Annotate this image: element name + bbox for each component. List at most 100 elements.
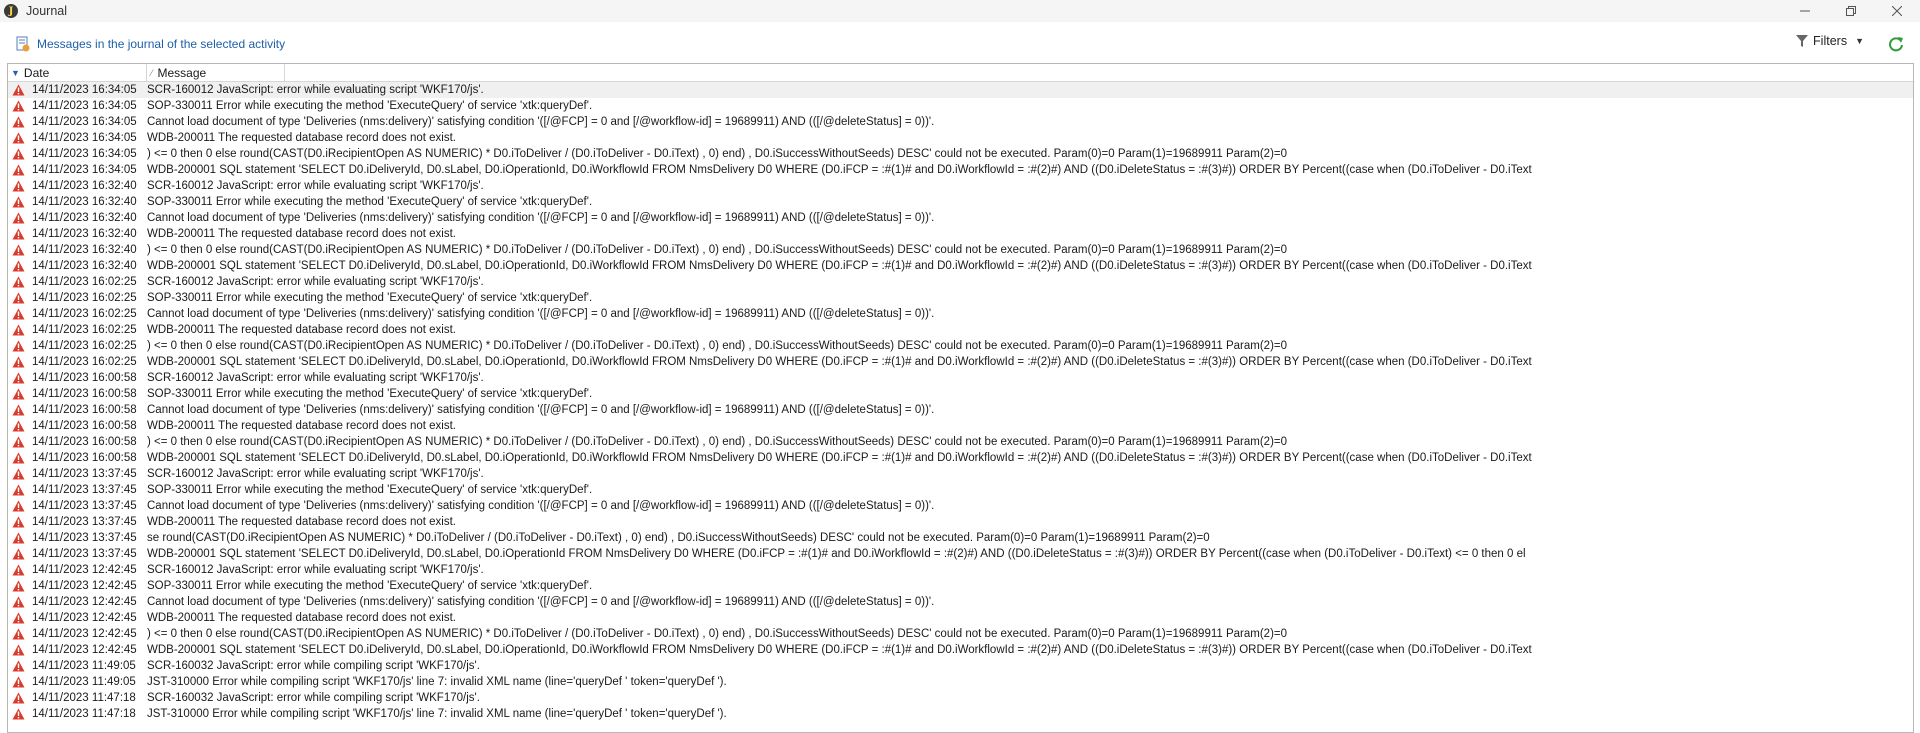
filters-dropdown[interactable]: Filters ▼ xyxy=(1796,34,1864,48)
cell-date: 14/11/2023 16:00:58 xyxy=(32,452,137,464)
error-icon xyxy=(12,564,25,576)
cell-date: 14/11/2023 11:49:05 xyxy=(32,676,136,688)
error-icon xyxy=(12,372,25,384)
cell-date: 14/11/2023 16:34:05 xyxy=(32,148,137,160)
table-row[interactable]: 14/11/2023 16:02:25) <= 0 then 0 else ro… xyxy=(8,338,1913,354)
restore-button[interactable] xyxy=(1828,0,1874,22)
table-row[interactable]: 14/11/2023 16:00:58) <= 0 then 0 else ro… xyxy=(8,434,1913,450)
table-row[interactable]: 14/11/2023 16:34:05 SOP-330011 Error whil… xyxy=(8,98,1913,114)
cell-message: WDB-200011 The requested database record… xyxy=(147,420,456,432)
table-row[interactable]: 14/11/2023 16:32:40 WDB-200011 The reques… xyxy=(8,226,1913,242)
cell-date: 14/11/2023 13:37:45 xyxy=(32,484,137,496)
table-row[interactable]: 14/11/2023 11:47:18 JST-310000 Error whil… xyxy=(8,706,1913,722)
error-icon xyxy=(12,548,25,560)
table-row[interactable]: 14/11/2023 16:32:40 SOP-330011 Error whil… xyxy=(8,194,1913,210)
table-row[interactable]: 14/11/2023 16:32:40 WDB-200001 SQL statem… xyxy=(8,258,1913,274)
cell-message: ) <= 0 then 0 else round(CAST(D0.iRecipi… xyxy=(147,148,1288,160)
cell-message: SCR-160012 JavaScript: error while evalu… xyxy=(147,468,484,480)
table-row[interactable]: 14/11/2023 16:00:58 Cannot load document … xyxy=(8,402,1913,418)
table-row[interactable]: 14/11/2023 12:42:45 SOP-330011 Error whil… xyxy=(8,578,1913,594)
table-row[interactable]: 14/11/2023 11:49:05 JST-310000 Error whil… xyxy=(8,674,1913,690)
error-icon xyxy=(12,196,25,208)
table-row[interactable]: 14/11/2023 11:47:18 SCR-160032 JavaScript… xyxy=(8,690,1913,706)
table-row[interactable]: 14/11/2023 16:34:05 Cannot load document … xyxy=(8,114,1913,130)
table-row[interactable]: 14/11/2023 16:34:05 ) <= 0 then 0 else ro… xyxy=(8,146,1913,162)
cell-date: 14/11/2023 13:37:45 xyxy=(32,532,137,544)
cell-date: 14/11/2023 11:47:18 xyxy=(32,708,136,720)
table-row[interactable]: 14/11/2023 12:42:45) <= 0 then 0 else ro… xyxy=(8,626,1913,642)
table-row[interactable]: 14/11/2023 11:49:05 SCR-160032 JavaScript… xyxy=(8,658,1913,674)
cell-message: WDB-200001 SQL statement 'SELECT D0.iDel… xyxy=(147,356,1532,368)
cell-message: SCR-160012 JavaScript: error while evalu… xyxy=(147,84,484,96)
cell-message: Cannot load document of type 'Deliveries… xyxy=(147,500,935,512)
column-header-date-label: Date xyxy=(23,65,50,80)
filters-label: Filters xyxy=(1813,34,1848,48)
cell-date: 14/11/2023 12:42:45 xyxy=(32,580,137,592)
table-row[interactable]: 14/11/2023 13:37:45 SOP-330011 Error whil… xyxy=(8,482,1913,498)
cell-date: 14/11/2023 16:02:25 xyxy=(32,292,137,304)
cell-date: 14/11/2023 12:42:45 xyxy=(32,612,137,624)
cell-message: Cannot load document of type 'Deliveries… xyxy=(147,596,935,608)
table-row[interactable]: 14/11/2023 16:00:58 WDB-200001 SQL statem… xyxy=(8,450,1913,466)
error-icon xyxy=(12,404,25,416)
table-row[interactable]: 14/11/2023 12:42:45 SCR-160012 JavaScript… xyxy=(8,562,1913,578)
table-row[interactable]: 14/11/2023 16:34:05 SCR-160012 JavaScript… xyxy=(8,82,1913,98)
cell-date: 14/11/2023 12:42:45 xyxy=(32,644,137,656)
cell-date: 14/11/2023 16:02:25 xyxy=(32,324,137,336)
table-row[interactable]: 14/11/2023 16:02:25 WDB-200011 The reques… xyxy=(8,322,1913,338)
cell-date: 14/11/2023 12:42:45 xyxy=(32,628,137,640)
table-row[interactable]: 14/11/2023 12:42:45 WDB-200001 SQL statem… xyxy=(8,642,1913,658)
table-row[interactable]: 14/11/2023 16:32:40 SCR-160012 JavaScript… xyxy=(8,178,1913,194)
minimize-button[interactable] xyxy=(1782,0,1828,22)
table-row[interactable]: 14/11/2023 16:34:05 WDB-200011 The reques… xyxy=(8,130,1913,146)
refresh-button[interactable] xyxy=(1886,34,1906,54)
table-row[interactable]: 14/11/2023 16:02:25 WDB-200001 SQL statem… xyxy=(8,354,1913,370)
column-header-date[interactable]: ▼ Date xyxy=(8,64,147,81)
table-row[interactable]: 14/11/2023 13:37:45 Cannot load document … xyxy=(8,498,1913,514)
table-row[interactable]: 14/11/2023 16:00:58 SOP-330011 Error whil… xyxy=(8,386,1913,402)
cell-date: 14/11/2023 16:32:40 xyxy=(32,260,137,272)
sort-descending-icon: ▼ xyxy=(11,67,20,78)
close-button[interactable] xyxy=(1874,0,1920,22)
table-row[interactable]: 14/11/2023 12:42:45 Cannot load document … xyxy=(8,594,1913,610)
column-header-message-label: Message xyxy=(157,65,207,80)
cell-date: 14/11/2023 16:34:05 xyxy=(32,116,137,128)
error-icon xyxy=(12,148,25,160)
table-row[interactable]: 14/11/2023 16:02:25 Cannot load document … xyxy=(8,306,1913,322)
table-row[interactable]: 14/11/2023 13:37:45 WDB-200001 SQL statem… xyxy=(8,546,1913,562)
cell-date: 14/11/2023 12:42:45 xyxy=(32,564,137,576)
cell-date: 14/11/2023 13:37:45 xyxy=(32,500,137,512)
table-row[interactable]: 14/11/2023 16:34:05 WDB-200001 SQL statem… xyxy=(8,162,1913,178)
cell-date: 14/11/2023 16:34:05 xyxy=(32,100,137,112)
error-icon xyxy=(12,420,25,432)
table-row[interactable]: 14/11/2023 16:32:40 Cannot load document … xyxy=(8,210,1913,226)
cell-date: 14/11/2023 12:42:45 xyxy=(32,596,137,608)
cell-date: 14/11/2023 16:00:58 xyxy=(32,420,137,432)
cell-date: 14/11/2023 16:32:40 xyxy=(32,180,137,192)
table-row[interactable]: 14/11/2023 16:00:58 SCR-160012 JavaScript… xyxy=(8,370,1913,386)
cell-date: 14/11/2023 16:34:05 xyxy=(32,132,137,144)
cell-date: 14/11/2023 16:32:40 xyxy=(32,244,137,256)
table-row[interactable]: 14/11/2023 16:02:25 SCR-160012 JavaScript… xyxy=(8,274,1913,290)
cell-date: 14/11/2023 16:02:25 xyxy=(32,308,137,320)
cell-date: 14/11/2023 16:32:40 xyxy=(32,228,137,240)
cell-date: 14/11/2023 16:34:05 xyxy=(32,164,137,176)
cell-date: 14/11/2023 16:34:05 xyxy=(32,84,137,96)
minimize-icon xyxy=(1800,10,1810,12)
error-icon xyxy=(12,100,25,112)
error-icon xyxy=(12,116,25,128)
cell-message: Cannot load document of type 'Deliveries… xyxy=(147,212,935,224)
table-row[interactable]: 14/11/2023 16:32:40) <= 0 then 0 else ro… xyxy=(8,242,1913,258)
table-row[interactable]: 14/11/2023 12:42:45 WDB-200011 The reques… xyxy=(8,610,1913,626)
column-header-message[interactable]: ⁄ Message xyxy=(147,64,285,81)
cell-message: SCR-160012 JavaScript: error while evalu… xyxy=(147,372,484,384)
error-icon xyxy=(12,324,25,336)
table-row[interactable]: 14/11/2023 16:02:25 SOP-330011 Error whil… xyxy=(8,290,1913,306)
journal-messages-link[interactable]: Messages in the journal of the selected … xyxy=(16,36,285,52)
cell-message: SCR-160012 JavaScript: error while evalu… xyxy=(147,180,484,192)
table-row[interactable]: 14/11/2023 13:37:45 se round(CAST(D0.iRec… xyxy=(8,530,1913,546)
table-row[interactable]: 14/11/2023 13:37:45 WDB-200011 The reques… xyxy=(8,514,1913,530)
table-row[interactable]: 14/11/2023 16:00:58 WDB-200011 The reques… xyxy=(8,418,1913,434)
table-row[interactable]: 14/11/2023 13:37:45 SCR-160012 JavaScript… xyxy=(8,466,1913,482)
cell-date: 14/11/2023 16:00:58 xyxy=(32,372,137,384)
